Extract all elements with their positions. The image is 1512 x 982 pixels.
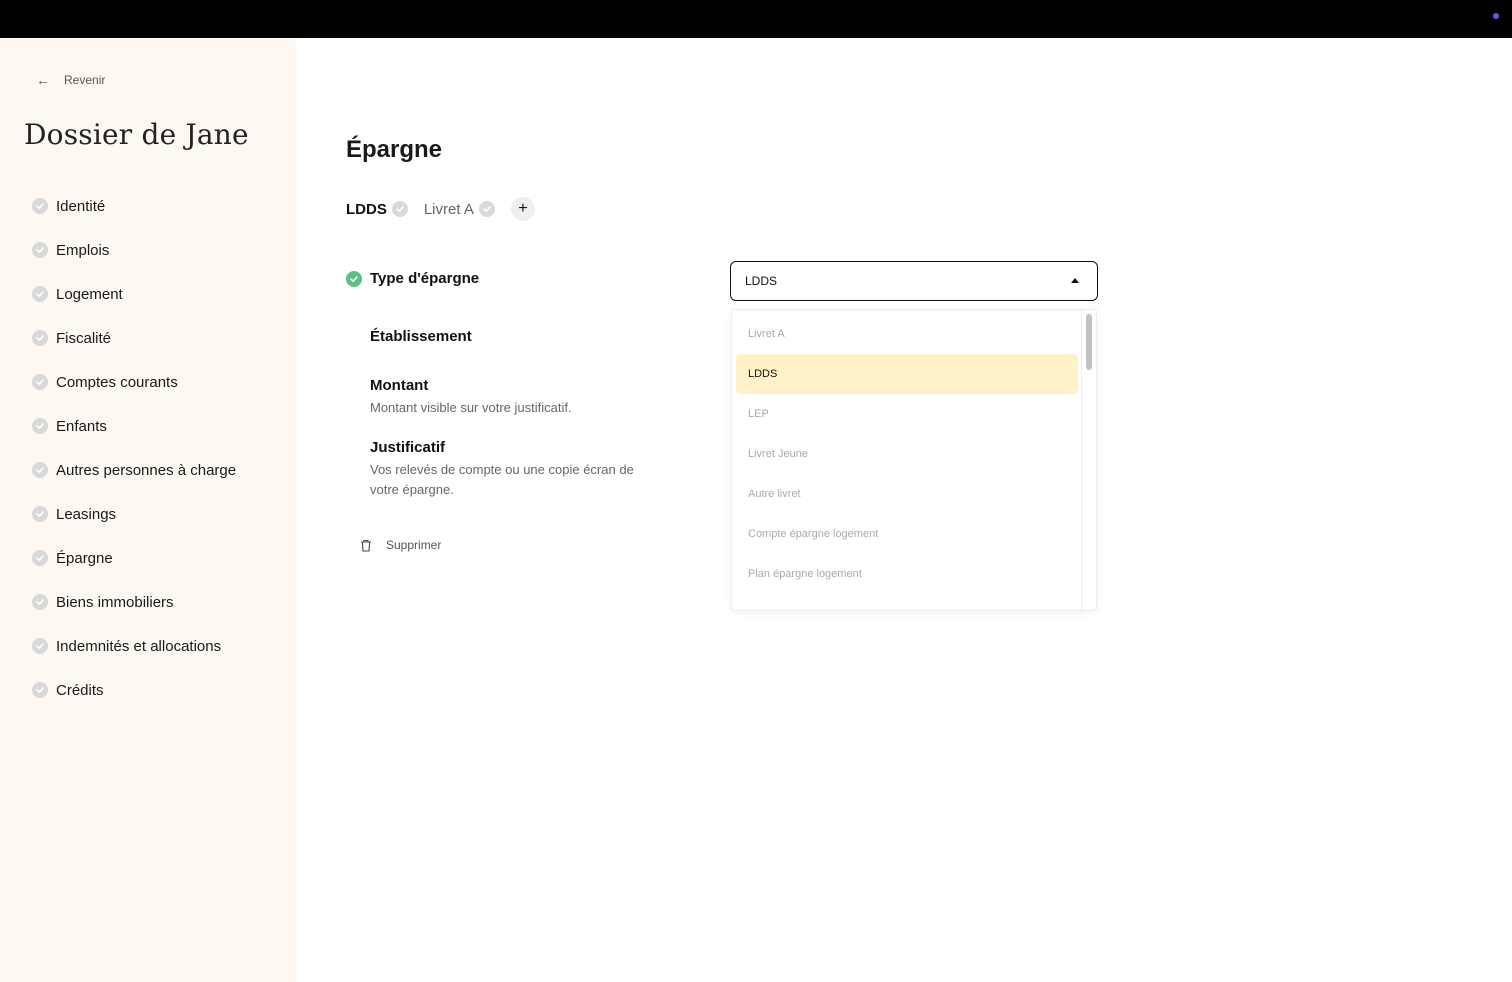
- back-link[interactable]: ← Revenir: [36, 72, 105, 88]
- sidebar-item-logement[interactable]: Logement: [32, 272, 236, 316]
- check-icon: [32, 682, 48, 698]
- sidebar-item-label: Biens immobiliers: [56, 593, 174, 611]
- field-description: Vos relevés de compte ou une copie écran…: [370, 462, 634, 497]
- add-savings-button[interactable]: +: [510, 197, 535, 221]
- check-icon: [32, 198, 48, 214]
- option-label: Livret A: [748, 328, 785, 340]
- check-icon: [32, 550, 48, 566]
- check-icon: [32, 418, 48, 434]
- sidebar-item-credits[interactable]: Crédits: [32, 668, 236, 712]
- field-justificatif: Justificatif Vos relevés de compte ou un…: [370, 439, 650, 500]
- sidebar-item-label: Comptes courants: [56, 373, 178, 391]
- sidebar: ← Revenir Dossier de Jane Identité Emplo…: [0, 38, 296, 982]
- delete-label: Supprimer: [386, 538, 442, 552]
- sidebar-item-leasings[interactable]: Leasings: [32, 492, 236, 536]
- field-montant: Montant Montant visible sur votre justif…: [370, 377, 650, 418]
- sidebar-item-label: Indemnités et allocations: [56, 637, 222, 655]
- tab-label: LDDS: [346, 200, 387, 218]
- scrollbar-thumb[interactable]: [1086, 314, 1092, 370]
- dropdown-option[interactable]: Livret A: [736, 314, 1078, 354]
- sidebar-item-emplois[interactable]: Emplois: [32, 228, 236, 272]
- option-label: LDDS: [748, 368, 778, 380]
- sidebar-item-label: Autres personnes à charge: [56, 461, 237, 479]
- tab-ldds[interactable]: LDDS: [346, 201, 408, 218]
- arrow-left-icon: ←: [36, 72, 50, 88]
- field-type-epargne: Type d'épargne: [346, 270, 479, 287]
- sidebar-item-label: Épargne: [56, 549, 113, 567]
- back-label: Revenir: [64, 73, 106, 87]
- field-etablissement: Établissement: [370, 328, 472, 345]
- sidebar-item-label: Leasings: [56, 505, 117, 523]
- check-icon: [32, 638, 48, 654]
- dossier-title: Dossier de Jane: [24, 118, 249, 151]
- tab-livret-a[interactable]: Livret A: [424, 201, 495, 218]
- check-icon: [32, 330, 48, 346]
- field-description: Montant visible sur votre justificatif.: [370, 400, 572, 415]
- page-title: Épargne: [346, 136, 443, 163]
- sidebar-item-label: Emplois: [56, 241, 110, 259]
- sidebar-item-comptes-courants[interactable]: Comptes courants: [32, 360, 236, 404]
- sidebar-item-indemnites[interactable]: Indemnités et allocations: [32, 624, 236, 668]
- dropdown-option-selected[interactable]: LDDS: [736, 354, 1078, 394]
- caret-up-icon: [1071, 278, 1079, 283]
- type-epargne-dropdown: Livret A LDDS LEP Livret Jeune Autre liv…: [731, 309, 1097, 611]
- dropdown-option[interactable]: LEP: [736, 394, 1078, 434]
- check-icon: [391, 201, 408, 217]
- check-icon: [346, 270, 362, 287]
- sidebar-nav: Identité Emplois Logement Fiscalité Comp…: [32, 184, 236, 712]
- option-label: Plan épargne logement: [748, 568, 862, 580]
- field-label: Type d'épargne: [370, 270, 480, 287]
- savings-tabs: LDDS Livret A +: [346, 197, 535, 221]
- select-value: LDDS: [745, 274, 778, 288]
- type-epargne-select[interactable]: LDDS: [730, 261, 1098, 301]
- sidebar-item-label: Crédits: [56, 681, 104, 699]
- sidebar-item-identite[interactable]: Identité: [32, 184, 236, 228]
- top-bar: [0, 0, 1512, 38]
- tab-label: Livret A: [423, 200, 474, 218]
- option-label: Compte épargne logement: [748, 528, 879, 540]
- sidebar-item-fiscalite[interactable]: Fiscalité: [32, 316, 236, 360]
- field-label: Établissement: [370, 328, 472, 345]
- sidebar-item-label: Identité: [56, 197, 106, 215]
- check-icon: [32, 594, 48, 610]
- option-label: LEP: [748, 408, 769, 420]
- status-dot-icon: [1493, 13, 1499, 19]
- dropdown-option[interactable]: Autre livret: [736, 474, 1078, 514]
- sidebar-item-label: Logement: [56, 285, 123, 303]
- sidebar-item-biens-immobiliers[interactable]: Biens immobiliers: [32, 580, 236, 624]
- dropdown-option[interactable]: Livret Jeune: [736, 434, 1078, 474]
- check-icon: [32, 242, 48, 258]
- check-icon: [32, 462, 48, 478]
- option-label: Livret Jeune: [748, 448, 808, 460]
- dropdown-scrollbar[interactable]: [1081, 310, 1096, 610]
- delete-button[interactable]: Supprimer: [360, 538, 441, 552]
- sidebar-item-autres-personnes[interactable]: Autres personnes à charge: [32, 448, 236, 492]
- sidebar-item-label: Enfants: [56, 417, 107, 435]
- check-icon: [32, 506, 48, 522]
- dropdown-option[interactable]: Compte épargne logement: [736, 514, 1078, 554]
- check-icon: [32, 374, 48, 390]
- field-label: Justificatif: [370, 439, 446, 456]
- trash-icon: [361, 539, 371, 552]
- field-label: Montant: [370, 377, 429, 394]
- option-label: Autre livret: [748, 488, 801, 500]
- check-icon: [32, 286, 48, 302]
- sidebar-item-epargne[interactable]: Épargne: [32, 536, 236, 580]
- check-icon: [478, 201, 495, 217]
- sidebar-item-enfants[interactable]: Enfants: [32, 404, 236, 448]
- main-content: Épargne LDDS Livret A + Type d'épargne É…: [296, 38, 1512, 982]
- dropdown-option[interactable]: Plan épargne logement: [736, 554, 1078, 594]
- sidebar-item-label: Fiscalité: [56, 329, 112, 347]
